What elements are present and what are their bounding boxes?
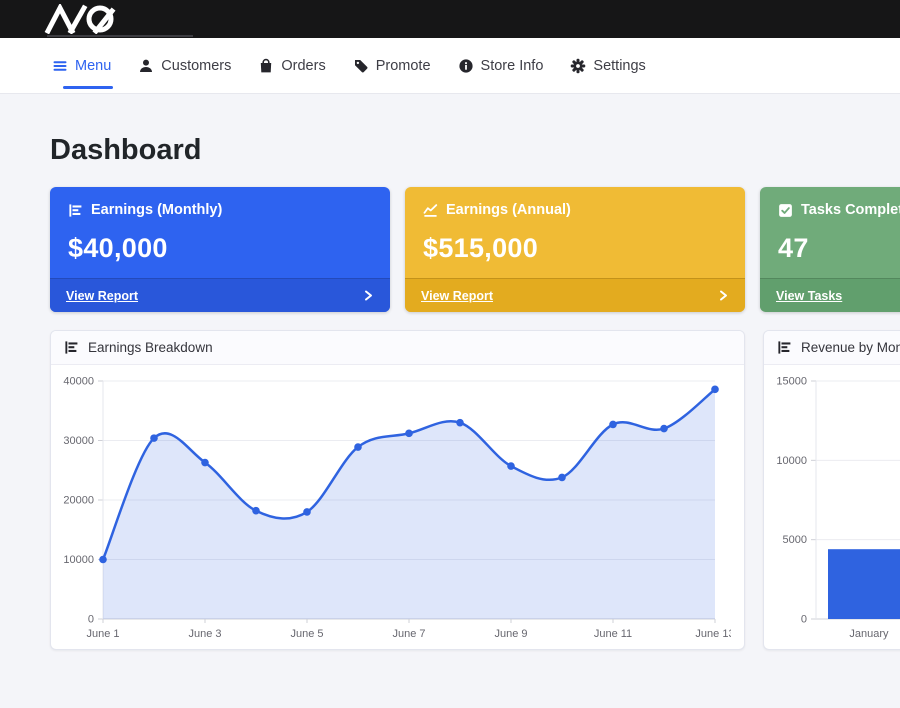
navbar: Menu Customers Orders Promote Store Info <box>0 38 900 94</box>
svg-text:June 5: June 5 <box>290 628 323 640</box>
svg-text:June 9: June 9 <box>494 628 527 640</box>
nav-item-label: Customers <box>161 58 231 74</box>
nav-item-label: Promote <box>376 58 431 74</box>
hamburger-icon <box>52 58 68 74</box>
stat-card-value: 47 <box>778 233 900 264</box>
nav-item-label: Menu <box>75 58 111 74</box>
stat-cards-row: Earnings (Monthly) $40,000 View Report E <box>50 187 900 312</box>
svg-text:June 3: June 3 <box>188 628 221 640</box>
svg-text:15000: 15000 <box>776 376 807 388</box>
chart-card-header: Earnings Breakdown <box>51 331 744 365</box>
earnings-breakdown-chart: 0 10000 20000 30000 40000 June 1 June 3 June 5 J… <box>59 373 731 645</box>
stat-card-header: Earnings (Monthly) <box>68 202 372 218</box>
line-chart-icon <box>423 203 438 218</box>
nav-item-orders[interactable]: Orders <box>258 38 325 94</box>
stat-card-header: Tasks Completed <box>778 202 900 218</box>
nav-item-customers[interactable]: Customers <box>138 38 231 94</box>
nav-item-menu[interactable]: Menu <box>52 38 111 94</box>
stat-card-earnings-annual: Earnings (Annual) $515,000 View Report <box>405 187 745 312</box>
stat-card-header: Earnings (Annual) <box>423 202 727 218</box>
view-report-link[interactable]: View Report <box>405 278 745 312</box>
charts-row: Earnings Breakdown 0 10000 20000 30000 40000… <box>50 330 900 650</box>
svg-text:40000: 40000 <box>63 376 94 388</box>
svg-text:30000: 30000 <box>63 435 94 447</box>
view-tasks-label: View Tasks <box>776 289 842 303</box>
shopping-bag-icon <box>258 58 274 74</box>
revenue-by-month-card: Revenue by Month 0 5000 10000 15000 January <box>763 330 900 650</box>
svg-text:10000: 10000 <box>63 554 94 566</box>
stat-card-earnings-monthly: Earnings (Monthly) $40,000 View Report <box>50 187 390 312</box>
bar-chart-icon <box>64 340 79 355</box>
chevron-right-icon <box>362 289 374 302</box>
svg-text:5000: 5000 <box>783 534 807 546</box>
stat-card-label: Earnings (Annual) <box>446 202 571 218</box>
view-report-label: View Report <box>66 289 138 303</box>
chart-title: Revenue by Month <box>801 340 900 355</box>
chevron-right-icon <box>717 289 729 302</box>
tag-icon <box>353 58 369 74</box>
stat-card-label: Earnings (Monthly) <box>91 202 222 218</box>
nav-item-label: Store Info <box>481 58 544 74</box>
svg-text:20000: 20000 <box>63 495 94 507</box>
nav-item-label: Settings <box>593 58 645 74</box>
gear-icon <box>570 58 586 74</box>
svg-text:0: 0 <box>88 614 94 626</box>
bar-chart-icon <box>777 340 792 355</box>
check-square-icon <box>778 203 793 218</box>
svg-text:June 13: June 13 <box>695 628 731 640</box>
stat-card-tasks-completed: Tasks Completed 47 View Tasks <box>760 187 900 312</box>
view-tasks-link[interactable]: View Tasks <box>760 278 900 312</box>
svg-text:10000: 10000 <box>776 455 807 467</box>
page-title: Dashboard <box>50 134 900 167</box>
nav-item-promote[interactable]: Promote <box>353 38 431 94</box>
bar-chart-icon <box>68 203 83 218</box>
info-icon <box>458 58 474 74</box>
chart-body: 0 5000 10000 15000 January <box>764 365 900 650</box>
view-report-label: View Report <box>421 289 493 303</box>
svg-text:June 7: June 7 <box>392 628 425 640</box>
chart-body: 0 10000 20000 30000 40000 June 1 June 3 June 5 J… <box>51 365 744 650</box>
svg-text:June 11: June 11 <box>594 628 632 640</box>
earnings-breakdown-card: Earnings Breakdown 0 10000 20000 30000 40000… <box>50 330 745 650</box>
mq-logo[interactable] <box>40 4 152 34</box>
stat-card-value: $515,000 <box>423 233 727 264</box>
svg-text:June 1: June 1 <box>86 628 119 640</box>
nav-item-settings[interactable]: Settings <box>570 38 645 94</box>
nav-item-store-info[interactable]: Store Info <box>458 38 544 94</box>
main-content: Dashboard Earnings (Monthly) $40,000 Vie… <box>0 94 900 650</box>
stat-card-value: $40,000 <box>68 233 372 264</box>
nav-item-label: Orders <box>281 58 325 74</box>
svg-text:0: 0 <box>801 614 807 626</box>
svg-text:January: January <box>849 628 889 640</box>
stat-card-label: Tasks Completed <box>801 202 900 218</box>
topbar <box>0 0 900 38</box>
chart-card-header: Revenue by Month <box>764 331 900 365</box>
view-report-link[interactable]: View Report <box>50 278 390 312</box>
chart-title: Earnings Breakdown <box>88 340 213 355</box>
person-icon <box>138 58 154 74</box>
revenue-by-month-chart: 0 5000 10000 15000 January <box>772 373 900 645</box>
